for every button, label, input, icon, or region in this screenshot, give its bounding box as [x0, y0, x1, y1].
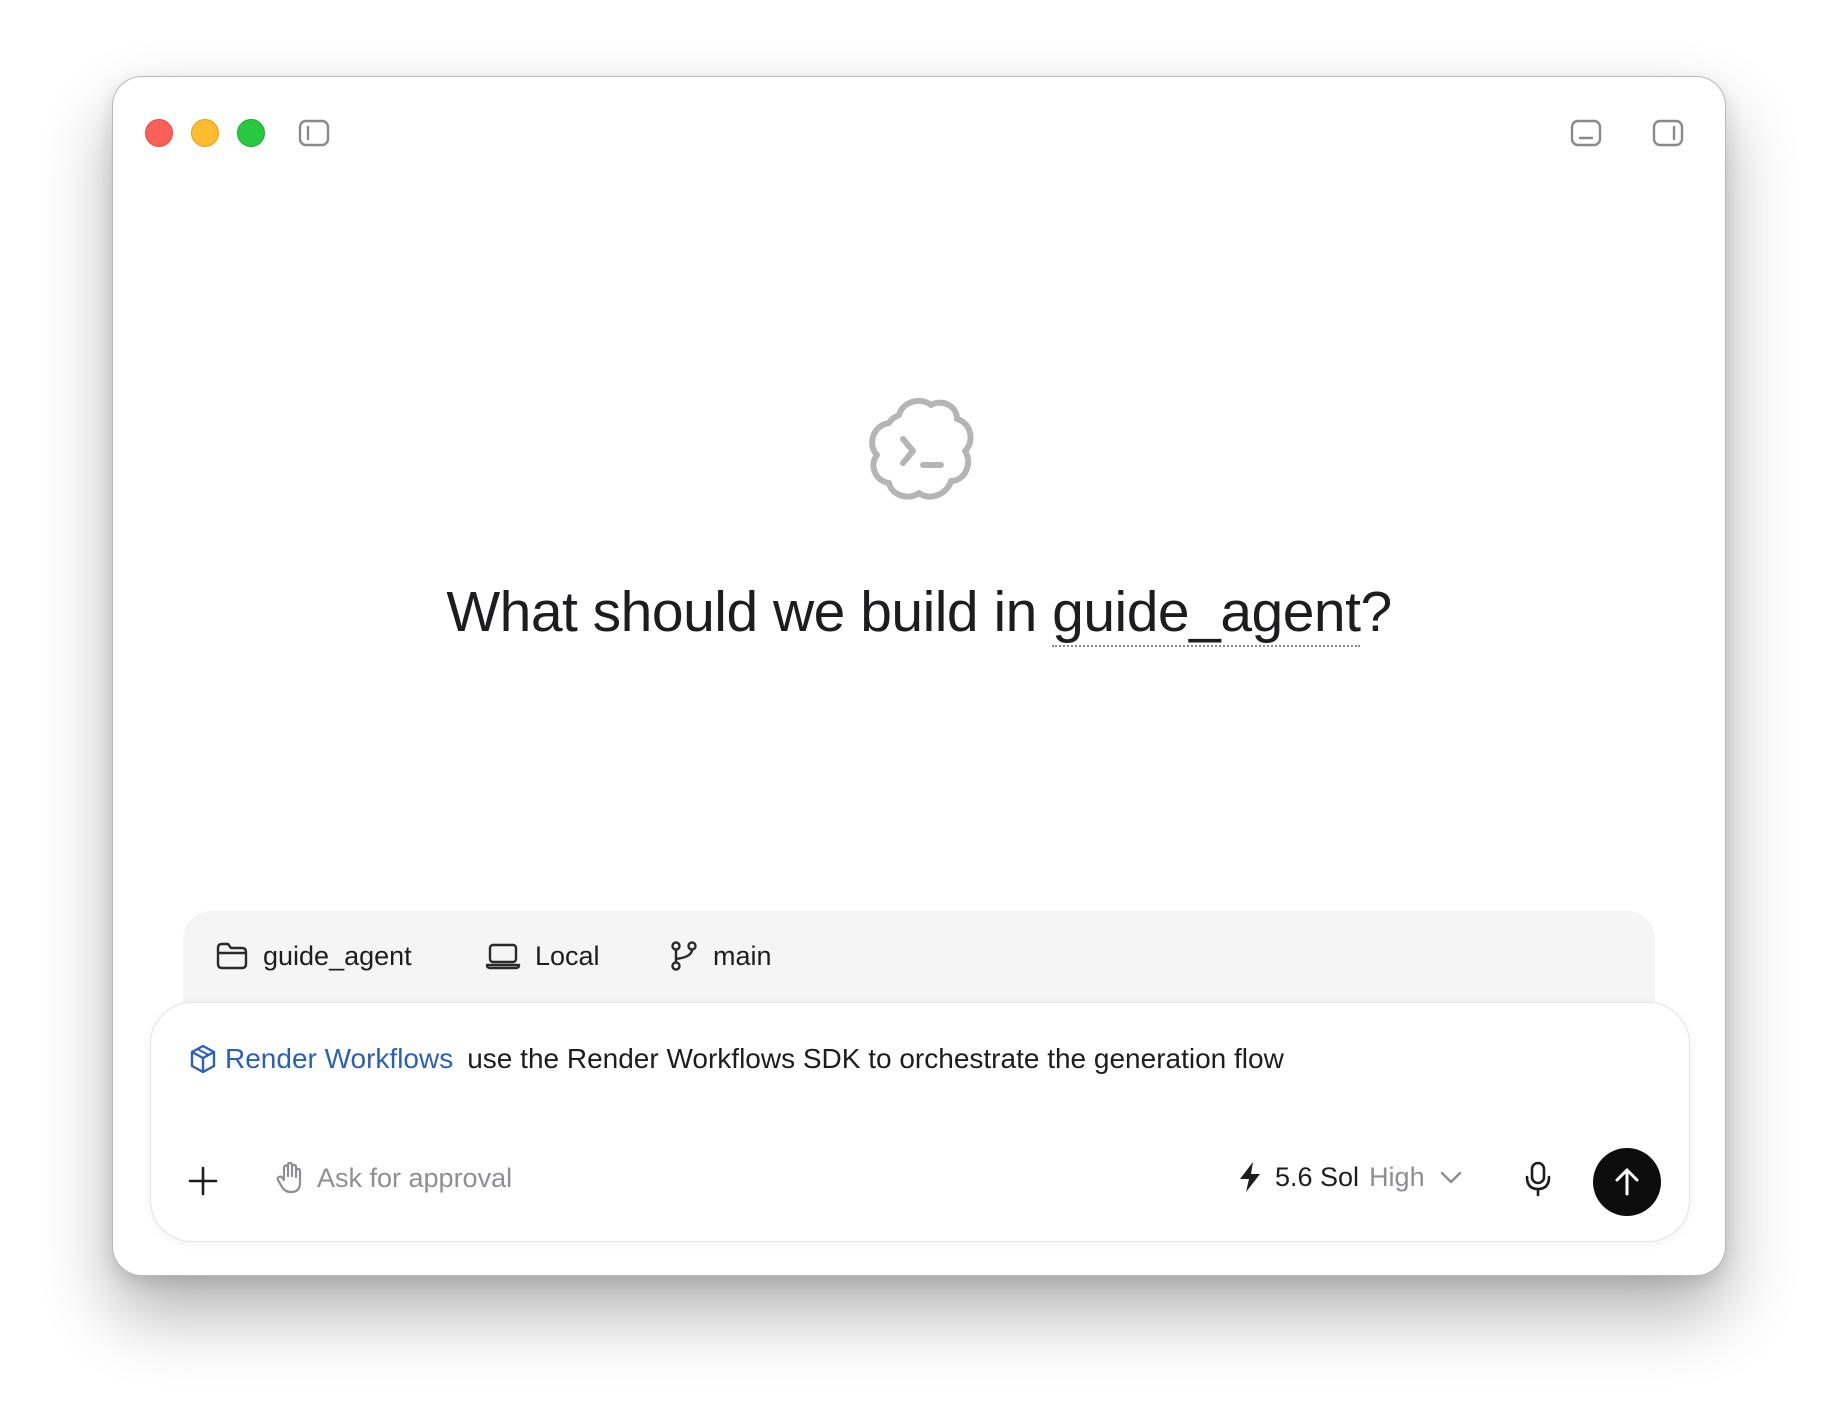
title-suffix: ?: [1360, 580, 1392, 644]
title-prefix: What should we build in: [446, 580, 1053, 644]
sidebar-left-icon: [298, 119, 330, 147]
folder-selector[interactable]: guide_agent: [215, 911, 412, 1001]
repo-name-link[interactable]: guide_agent: [1052, 580, 1361, 647]
laptop-icon: [485, 943, 521, 970]
arrow-up-icon: [1615, 1168, 1639, 1196]
cube-icon: [190, 1044, 216, 1074]
plus-icon: [188, 1166, 218, 1196]
toggle-sidebar-button[interactable]: [298, 117, 330, 149]
prompt-text: use the Render Workflows SDK to orchestr…: [467, 1043, 1284, 1074]
add-attachment-button[interactable]: [187, 1165, 219, 1197]
sidebar-right-icon: [1652, 119, 1684, 147]
model-selector[interactable]: 5.6 Sol High: [1237, 1161, 1463, 1193]
zoom-window-button[interactable]: [237, 119, 265, 147]
hand-icon: [276, 1161, 302, 1194]
send-button[interactable]: [1593, 1148, 1661, 1216]
skill-label: Render Workflows: [225, 1043, 454, 1074]
voice-input-button[interactable]: [1523, 1161, 1553, 1197]
chevron-down-icon: [1440, 1171, 1461, 1184]
environment-label: Local: [535, 940, 600, 971]
approval-label: Ask for approval: [317, 1162, 513, 1193]
terminal-cloud-icon: [869, 397, 974, 500]
model-name: 5.6 Sol: [1275, 1161, 1360, 1192]
microphone-icon: [1525, 1161, 1551, 1197]
toggle-bottom-panel-button[interactable]: [1570, 117, 1602, 149]
close-window-button[interactable]: [145, 119, 173, 147]
prompt-input[interactable]: Render Workflows use the Render Workflow…: [189, 1043, 1284, 1075]
minimize-window-button[interactable]: [191, 119, 219, 147]
folder-icon: [216, 942, 248, 970]
branch-label: main: [713, 940, 772, 971]
bottom-panel-icon: [1570, 119, 1602, 147]
approval-mode-button[interactable]: Ask for approval: [275, 1161, 512, 1195]
toggle-right-sidebar-button[interactable]: [1652, 117, 1684, 149]
page-title: What should we build in guide_agent?: [113, 579, 1725, 647]
branch-selector[interactable]: main: [669, 911, 772, 1001]
git-branch-icon: [671, 941, 697, 971]
skill-chip[interactable]: Render Workflows: [189, 1043, 453, 1075]
prompt-composer[interactable]: Render Workflows use the Render Workflow…: [150, 1002, 1690, 1242]
environment-selector[interactable]: Local: [485, 911, 600, 1001]
app-window: What should we build in guide_agent? gui…: [112, 76, 1726, 1276]
bolt-icon: [1240, 1162, 1260, 1192]
folder-label: guide_agent: [263, 940, 412, 971]
model-effort: High: [1369, 1161, 1425, 1192]
